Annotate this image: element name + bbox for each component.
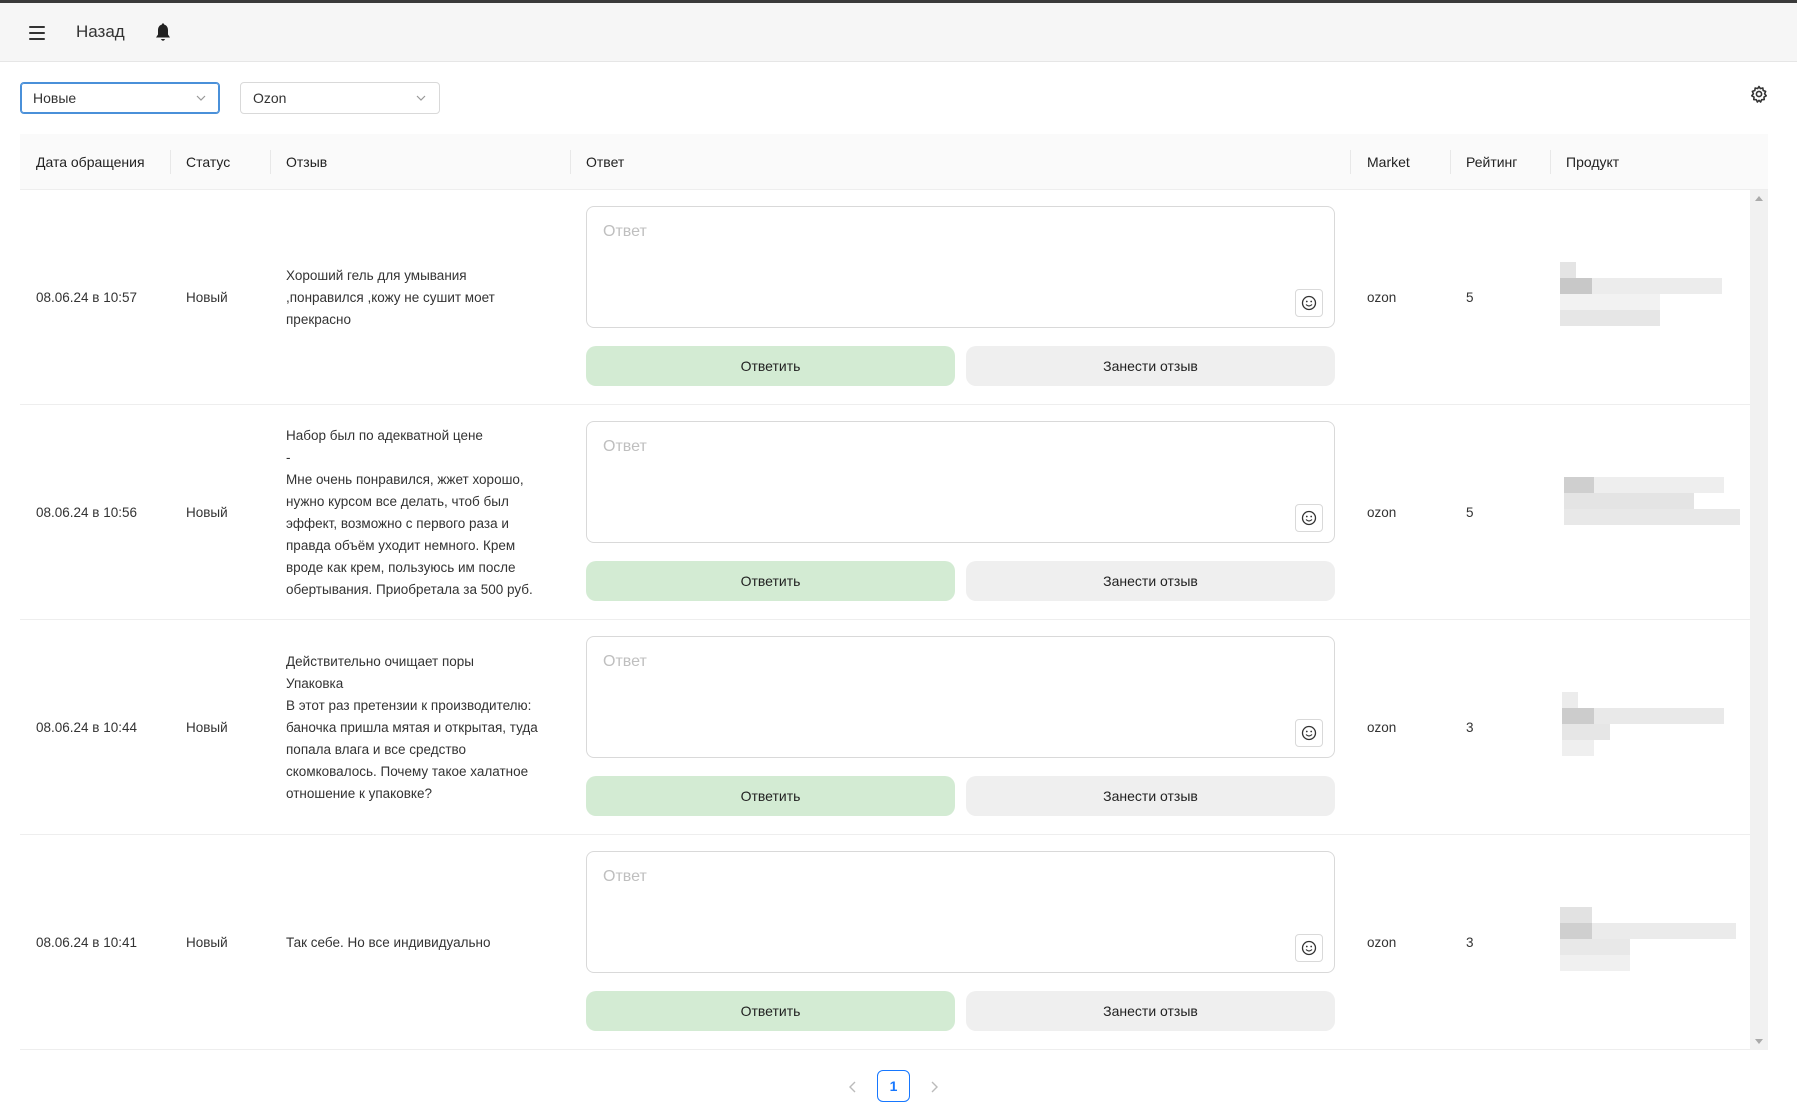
save-review-button[interactable]: Занести отзыв	[966, 991, 1335, 1031]
hamburger-menu-icon[interactable]	[29, 26, 45, 40]
answer-field	[586, 636, 1335, 758]
row-rating: 3	[1466, 720, 1474, 735]
emoji-picker-button[interactable]	[1295, 504, 1323, 532]
app-header: Назад	[0, 3, 1797, 62]
chevron-left-icon[interactable]	[845, 1079, 861, 1095]
scroll-up-arrow-icon[interactable]	[1755, 196, 1763, 201]
product-thumbnail-blurred[interactable]	[1560, 835, 1740, 1050]
column-header-market[interactable]: Market	[1367, 134, 1410, 190]
column-separator	[1350, 150, 1351, 174]
table-row: 08.06.24 в 10:44 Новый Действительно очи…	[20, 620, 1750, 835]
pagination: 1	[0, 1070, 1797, 1104]
row-date: 08.06.24 в 10:57	[36, 290, 138, 305]
column-header-answer[interactable]: Ответ	[586, 134, 624, 190]
column-header-product[interactable]: Продукт	[1566, 134, 1619, 190]
answer-field	[586, 206, 1335, 328]
smiley-icon	[1301, 940, 1317, 956]
column-separator	[570, 150, 571, 174]
chevron-down-icon	[416, 95, 426, 101]
row-rating: 5	[1466, 290, 1474, 305]
column-header-review[interactable]: Отзыв	[286, 134, 327, 190]
emoji-picker-button[interactable]	[1295, 289, 1323, 317]
settings-gear-icon[interactable]	[1750, 85, 1768, 103]
row-market: ozon	[1367, 720, 1397, 735]
column-separator	[1550, 150, 1551, 174]
chevron-down-icon	[196, 95, 206, 101]
product-thumbnail-blurred[interactable]	[1560, 190, 1740, 405]
row-date: 08.06.24 в 10:56	[36, 505, 138, 520]
row-review-text: Хороший гель для умывания ,понравился ,к…	[286, 267, 495, 327]
row-review-text: Набор был по адекватной цене - Мне очень…	[286, 427, 533, 597]
reply-button[interactable]: Ответить	[586, 776, 955, 816]
back-link[interactable]: Назад	[76, 22, 125, 42]
row-status: Новый	[186, 290, 228, 305]
table-row: 08.06.24 в 10:41 Новый Так себе. Но все …	[20, 835, 1750, 1050]
status-filter-value: Новые	[33, 90, 77, 106]
column-separator	[270, 150, 271, 174]
smiley-icon	[1301, 295, 1317, 311]
row-date: 08.06.24 в 10:41	[36, 935, 138, 950]
market-filter-value: Ozon	[253, 90, 287, 106]
row-date: 08.06.24 в 10:44	[36, 720, 138, 735]
row-status: Новый	[186, 505, 228, 520]
emoji-picker-button[interactable]	[1295, 719, 1323, 747]
reply-button[interactable]: Ответить	[586, 991, 955, 1031]
status-filter-select[interactable]: Новые	[20, 82, 220, 114]
product-thumbnail-blurred[interactable]	[1560, 620, 1740, 835]
product-thumbnail-blurred[interactable]	[1560, 405, 1740, 620]
row-review-text: Действительно очищает поры Упаковка В эт…	[286, 653, 538, 801]
table-scrollbar[interactable]	[1750, 190, 1768, 1050]
table-header: Дата обращения Статус Отзыв Ответ Market…	[20, 134, 1768, 190]
answer-textarea[interactable]	[587, 852, 1334, 972]
row-market: ozon	[1367, 935, 1397, 950]
save-review-button[interactable]: Занести отзыв	[966, 776, 1335, 816]
reply-button[interactable]: Ответить	[586, 561, 955, 601]
column-separator	[170, 150, 171, 174]
row-status: Новый	[186, 935, 228, 950]
row-status: Новый	[186, 720, 228, 735]
row-rating: 3	[1466, 935, 1474, 950]
row-market: ozon	[1367, 290, 1397, 305]
column-header-date[interactable]: Дата обращения	[36, 134, 145, 190]
chevron-right-icon[interactable]	[926, 1079, 942, 1095]
pagination-current-page[interactable]: 1	[877, 1070, 910, 1102]
save-review-button[interactable]: Занести отзыв	[966, 346, 1335, 386]
table-row: 08.06.24 в 10:57 Новый Хороший гель для …	[20, 190, 1750, 405]
answer-field	[586, 421, 1335, 543]
emoji-picker-button[interactable]	[1295, 934, 1323, 962]
answer-textarea[interactable]	[587, 422, 1334, 542]
bell-icon[interactable]	[154, 23, 172, 43]
row-review-text: Так себе. Но все индивидуально	[286, 934, 491, 950]
smiley-icon	[1301, 725, 1317, 741]
column-separator	[1450, 150, 1451, 174]
smiley-icon	[1301, 510, 1317, 526]
table-row: 08.06.24 в 10:56 Новый Набор был по адек…	[20, 405, 1750, 620]
row-rating: 5	[1466, 505, 1474, 520]
save-review-button[interactable]: Занести отзыв	[966, 561, 1335, 601]
column-header-rating[interactable]: Рейтинг	[1466, 134, 1517, 190]
answer-field	[586, 851, 1335, 973]
row-market: ozon	[1367, 505, 1397, 520]
reply-button[interactable]: Ответить	[586, 346, 955, 386]
answer-textarea[interactable]	[587, 637, 1334, 757]
scroll-down-arrow-icon[interactable]	[1755, 1039, 1763, 1044]
column-header-status[interactable]: Статус	[186, 134, 230, 190]
answer-textarea[interactable]	[587, 207, 1334, 327]
reviews-table: Дата обращения Статус Отзыв Ответ Market…	[20, 134, 1768, 1050]
market-filter-select[interactable]: Ozon	[240, 82, 440, 114]
